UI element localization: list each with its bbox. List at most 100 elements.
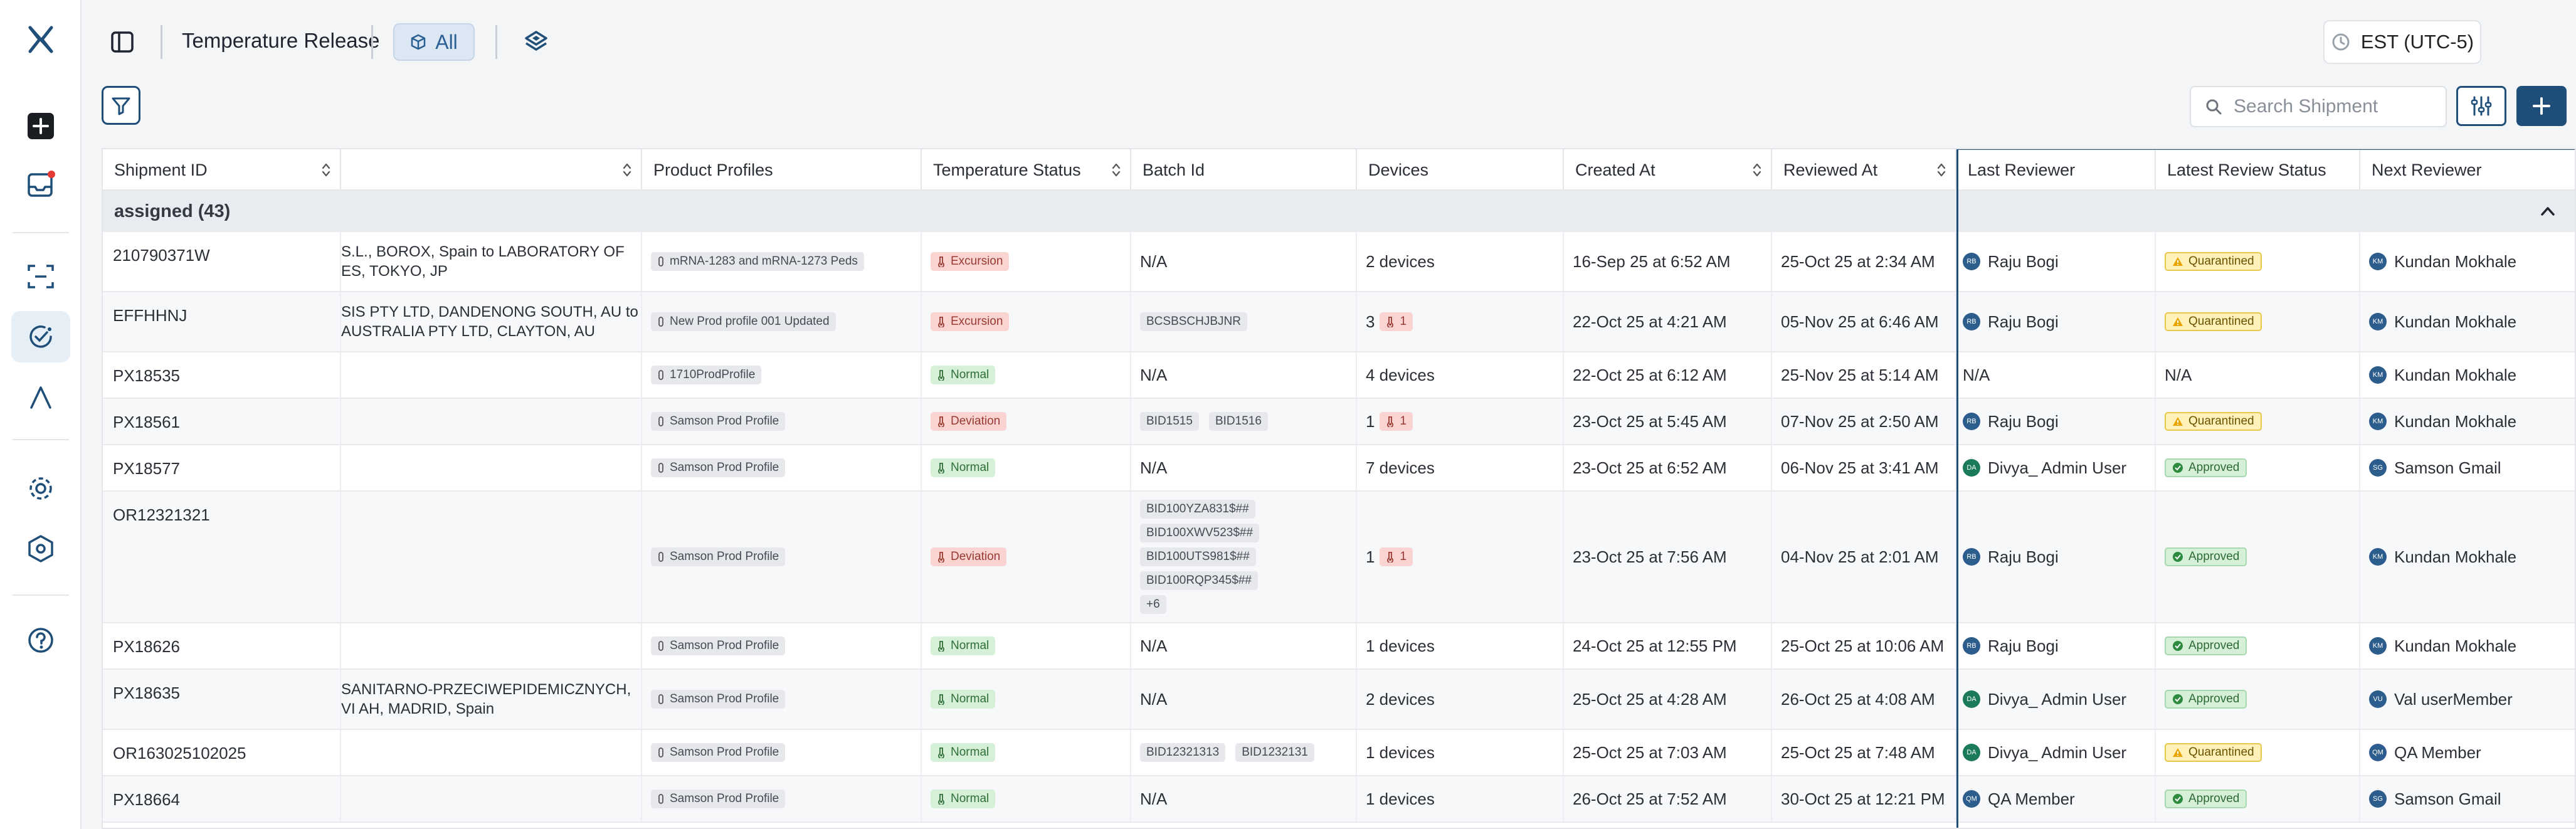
table-row[interactable]: OR163025102025 Samson Prod Profile Normal B… [103, 730, 2575, 776]
column-header-devices: Devices [1357, 149, 1564, 191]
column-header-temperature-status[interactable]: Temperature Status [922, 149, 1131, 191]
column-settings-button[interactable] [2456, 86, 2506, 126]
lambda-icon[interactable] [11, 371, 70, 423]
temperature-status-cell: Normal [922, 445, 1131, 490]
vial-icon [658, 317, 663, 327]
sort-icon[interactable] [622, 162, 632, 177]
next-reviewer-name: Val userMember [2394, 689, 2513, 709]
route-cell [341, 492, 642, 622]
product-profiles-cell: Samson Prod Profile [642, 670, 922, 729]
last-reviewer-name: Raju Bogi [1988, 547, 2059, 566]
table-row[interactable]: PX18561 Samson Prod Profile Deviation BID15… [103, 399, 2575, 445]
shipment-id[interactable]: OR163025102025 [113, 744, 246, 763]
batch-chip: BCSBSCHJBJNR [1140, 312, 1247, 331]
layers-icon[interactable] [520, 26, 552, 58]
temperature-status-chip: Excursion [931, 312, 1010, 331]
add-shipment-button[interactable] [2516, 86, 2567, 126]
shipment-id[interactable]: PX18535 [113, 366, 180, 386]
table-row[interactable]: PX18626 Samson Prod Profile Normal N/A 1 dev… [103, 623, 2575, 670]
chevron-up-icon[interactable] [2538, 202, 2557, 221]
table-row[interactable]: OR12321321 Samson Prod Profile Deviation BI… [103, 492, 2575, 623]
notification-dot [48, 171, 55, 178]
shipment-id[interactable]: PX18635 [113, 684, 180, 703]
sort-icon[interactable] [321, 162, 331, 177]
device-count: 2 devices [1366, 252, 1435, 272]
devices-cell: 7 devices [1357, 445, 1564, 490]
filter-icon [112, 97, 130, 115]
batch-na: N/A [1140, 365, 1168, 384]
batch-chip: BID1516 [1208, 412, 1268, 431]
batch-id-cell: N/A [1131, 623, 1357, 668]
reviewed-at-cell: 26-Oct 25 at 4:08 AM [1772, 670, 1956, 729]
x-logo-icon[interactable] [11, 14, 70, 65]
avatar: DA [1963, 459, 1980, 477]
table-row[interactable]: PX18577 Samson Prod Profile Normal N/A 7 dev… [103, 445, 2575, 492]
route-text: SIS PTY LTD, DANDENONG SOUTH, AU to AUST… [341, 304, 638, 340]
review-status-label: Approved [2188, 550, 2240, 563]
sidebar-toggle-icon[interactable] [107, 26, 138, 58]
vial-icon [658, 370, 663, 380]
sort-icon[interactable] [1752, 162, 1762, 177]
table-row[interactable]: EFFHHNJ SIS PTY LTD, DANDENONG SOUTH, AU … [103, 292, 2575, 352]
review-status-label: Quarantined [2188, 255, 2254, 268]
batch-na: N/A [1140, 689, 1168, 709]
review-status-label: Approved [2188, 692, 2240, 705]
shipment-id[interactable]: EFFHHNJ [113, 306, 187, 325]
shipment-id[interactable]: PX18664 [113, 790, 180, 810]
route-text: SANITARNO-PRZECIWEPIDEMICZNYCH, VI AH, M… [341, 681, 631, 717]
batch-id-cell: N/A [1131, 352, 1357, 398]
column-header-label: Next Reviewer [2372, 160, 2482, 179]
product-profile-chip: New Prod profile 001 Updated [651, 312, 836, 331]
column-header-reviewed-at[interactable]: Reviewed At [1772, 149, 1956, 191]
all-view-button[interactable]: All [393, 23, 475, 61]
check-circle-icon[interactable] [11, 311, 70, 362]
review-status-label: Quarantined [2188, 315, 2254, 328]
plus-square-icon[interactable] [11, 100, 70, 152]
filter-button[interactable] [102, 86, 140, 125]
shipment-id[interactable]: PX18626 [113, 637, 180, 657]
shipment-id[interactable]: OR12321321 [113, 505, 210, 525]
column-header-route[interactable] [341, 149, 642, 191]
column-header-shipment-id[interactable]: Shipment ID [103, 149, 341, 191]
gear-icon[interactable] [11, 463, 70, 514]
reviewed-at-cell: 25-Nov 25 at 5:14 AM [1772, 352, 1956, 398]
column-header-created-at[interactable]: Created At [1564, 149, 1772, 191]
search-input[interactable] [2234, 96, 2422, 117]
inbox-icon[interactable] [11, 159, 70, 211]
avatar: RB [1963, 313, 1980, 330]
shipment-id-cell: PX18561 [103, 399, 341, 444]
table-row[interactable]: PX18635 SANITARNO-PRZECIWEPIDEMICZNYCH, V… [103, 670, 2575, 730]
column-header-last-reviewer: Last Reviewer [1956, 149, 2156, 191]
device-count: 11 [1366, 547, 1413, 567]
product-profiles-cell: Samson Prod Profile [642, 492, 922, 622]
scan-icon[interactable] [11, 251, 70, 302]
vial-icon [658, 416, 663, 426]
reviewed-at-cell: 05-Nov 25 at 6:46 AM [1772, 292, 1956, 351]
alarm-chip: 1 [1380, 547, 1413, 566]
last-reviewer-name: Raju Bogi [1988, 636, 2059, 655]
sort-icon[interactable] [1111, 162, 1121, 177]
temperature-status-chip: Normal [931, 789, 996, 808]
thermometer-icon [1387, 416, 1394, 427]
shipment-id[interactable]: 210790371W [113, 246, 210, 265]
shipment-id-cell: PX18626 [103, 623, 341, 668]
timezone-button[interactable]: EST (UTC-5) [2323, 20, 2481, 64]
group-row[interactable]: assigned (43) [103, 191, 2575, 232]
device-count: 1 devices [1366, 789, 1435, 809]
review-status-chip: Approved [2165, 789, 2247, 808]
sort-icon[interactable] [1936, 162, 1946, 177]
reviewed-at: 05-Nov 25 at 6:46 AM [1781, 312, 1939, 331]
help-icon[interactable] [11, 615, 70, 666]
search-box[interactable] [2190, 86, 2447, 127]
thermometer-icon [1387, 552, 1394, 562]
table-row[interactable]: 210790371W S.L., BOROX, Spain to LABORATO… [103, 232, 2575, 292]
temperature-status-label: Normal [951, 461, 990, 474]
table-row[interactable]: PX18535 1710ProdProfile Normal N/A 4 devices… [103, 352, 2575, 399]
product-profile-chip: 1710ProdProfile [651, 366, 762, 384]
shield-gear-icon[interactable] [11, 523, 70, 574]
product-profile-label: Samson Prod Profile [670, 639, 779, 652]
shipment-id[interactable]: PX18561 [113, 413, 180, 432]
reviewed-at: 04-Nov 25 at 2:01 AM [1781, 547, 1939, 566]
shipment-id[interactable]: PX18577 [113, 459, 180, 478]
table-row[interactable]: PX18664 Samson Prod Profile Normal N/A 1 dev… [103, 776, 2575, 823]
